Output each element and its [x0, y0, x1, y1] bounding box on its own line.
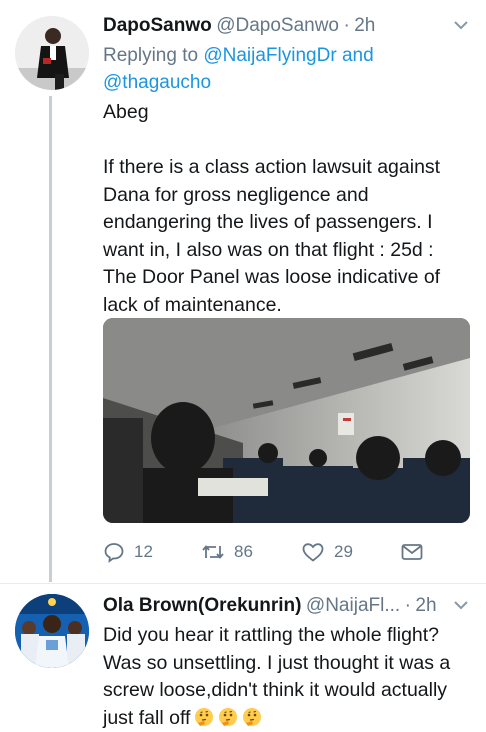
reply-count: 12	[134, 542, 153, 561]
envelope-icon	[401, 544, 423, 560]
avatar[interactable]	[15, 594, 89, 668]
mention-link[interactable]: @NaijaFlyingDr	[203, 45, 336, 66]
retweet-count: 86	[234, 542, 253, 561]
tweet[interactable]: Ola Brown(Orekunrin) @NaijaFl... · 2h Di…	[0, 584, 486, 729]
tweet-text-content: Did you hear it rattling the whole fligh…	[103, 624, 456, 729]
separator-dot: ·	[404, 595, 411, 616]
heart-icon	[302, 543, 324, 562]
tweet-actions: 12 86 29	[103, 537, 433, 567]
avatar[interactable]	[15, 16, 89, 90]
separator-dot: ·	[343, 15, 350, 36]
reply-button[interactable]: 12	[103, 537, 153, 567]
tweet-image[interactable]	[103, 318, 470, 523]
tweet-text: Abeg If there is a class action lawsuit …	[103, 101, 441, 316]
mention-link[interactable]: @thagaucho	[103, 72, 211, 93]
direct-message-button[interactable]	[400, 537, 424, 567]
display-name[interactable]: Ola Brown(Orekunrin)	[103, 595, 301, 616]
tweet[interactable]: DapoSanwo @DapoSanwo · 2h Replying to @N…	[0, 0, 486, 584]
replying-to: Replying to @NaijaFlyingDr and @thagaucho	[103, 42, 403, 96]
retweet-button[interactable]: 86	[201, 537, 253, 567]
chevron-down-icon[interactable]	[452, 596, 470, 614]
like-button[interactable]: 29	[301, 537, 353, 567]
user-handle[interactable]: @NaijaFl...	[306, 595, 400, 616]
user-handle[interactable]: @DapoSanwo	[216, 15, 339, 36]
chevron-down-icon[interactable]	[452, 16, 470, 34]
replying-to-label: Replying to	[103, 45, 204, 66]
display-name[interactable]: DapoSanwo	[103, 15, 212, 36]
tweet-text: Did you hear it rattling the whole fligh…	[103, 622, 472, 732]
like-count: 29	[334, 542, 353, 561]
retweet-icon	[202, 545, 224, 559]
mention-joiner: and	[336, 45, 374, 66]
reply-icon	[104, 543, 124, 563]
tweet-header: DapoSanwo @DapoSanwo · 2h	[103, 12, 472, 40]
timestamp[interactable]: 2h	[415, 595, 436, 616]
timestamp[interactable]: 2h	[354, 15, 375, 36]
tweet-header: Ola Brown(Orekunrin) @NaijaFl... · 2h	[103, 592, 472, 620]
